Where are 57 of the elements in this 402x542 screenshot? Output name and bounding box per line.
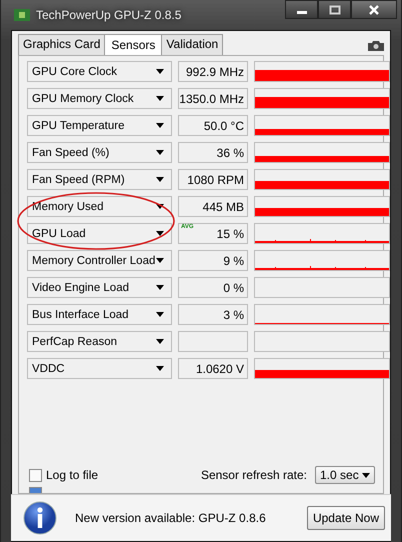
sensor-dropdown[interactable]: Fan Speed (%) — [27, 142, 172, 163]
caret-icon — [156, 150, 164, 155]
sensor-dropdown[interactable]: GPU Core Clock — [27, 61, 172, 82]
caret-icon — [156, 258, 164, 263]
refresh-rate-dropdown[interactable]: 1.0 sec — [315, 466, 375, 484]
caret-icon — [156, 285, 164, 290]
sensor-dropdown[interactable]: Memory Controller Load — [27, 250, 172, 271]
caret-icon — [156, 231, 164, 236]
chip-icon — [14, 8, 30, 22]
sensor-value — [178, 331, 248, 352]
caret-icon — [156, 339, 164, 344]
close-button[interactable] — [351, 0, 397, 19]
tab[interactable]: Sensors — [104, 34, 162, 56]
value-text: 1080 RPM — [187, 172, 244, 186]
value-text: 1.0620 V — [196, 362, 244, 376]
value-text: 36 % — [216, 146, 244, 160]
caret-icon — [156, 69, 164, 74]
caret-icon — [156, 204, 164, 209]
sensor-dropdown[interactable]: VDDC — [27, 358, 172, 379]
info-icon — [23, 501, 57, 535]
tab[interactable]: Validation — [161, 34, 224, 55]
checkbox[interactable] — [29, 468, 42, 482]
refresh-rate-label: Sensor refresh rate: — [200, 468, 307, 482]
notification-message: New version available: GPU-Z 0.8.6 — [75, 511, 266, 525]
tab[interactable]: Graphics Card — [18, 34, 106, 55]
caret-icon — [362, 472, 370, 478]
camera-icon[interactable] — [368, 40, 384, 51]
value-text: 9 % — [223, 254, 244, 268]
close-icon — [368, 4, 380, 14]
caret-icon — [156, 177, 164, 182]
sensor-dropdown[interactable]: Bus Interface Load — [27, 304, 172, 325]
caret-icon — [156, 123, 164, 128]
sensor-dropdown[interactable]: GPU Load — [27, 223, 172, 244]
value-text: 0 % — [223, 280, 244, 294]
caret-icon — [156, 96, 164, 101]
caret-icon — [156, 366, 164, 371]
sensor-dropdown[interactable]: PerfCap Reason — [27, 331, 172, 352]
checkbox-label: Log to file — [46, 468, 98, 482]
sensor-dropdown[interactable]: Fan Speed (RPM) — [27, 169, 172, 190]
value-text: 3 % — [223, 308, 244, 322]
sensor-dropdown[interactable]: Video Engine Load — [27, 277, 172, 298]
sensor-dropdown[interactable]: GPU Memory Clock — [27, 88, 172, 109]
window-title: TechPowerUp GPU-Z 0.8.5 — [36, 8, 182, 22]
caret-icon — [156, 312, 164, 317]
sensor-dropdown[interactable]: GPU Temperature — [27, 115, 172, 136]
value-text: 445 MB — [202, 200, 244, 214]
minimize-button[interactable] — [285, 0, 318, 19]
checkbox[interactable] — [29, 487, 42, 493]
maximize-icon — [328, 4, 340, 14]
minimize-icon — [296, 11, 306, 14]
value-text: 1350.0 MHz — [179, 92, 244, 106]
value-text: 15 % — [216, 226, 244, 240]
update-button[interactable]: Update Now — [306, 506, 385, 530]
value-text: 50.0 °C — [204, 118, 244, 132]
maximize-button[interactable] — [318, 0, 351, 19]
value-text: 992.9 MHz — [186, 64, 244, 78]
sensor-dropdown[interactable]: Memory Used — [27, 196, 172, 217]
